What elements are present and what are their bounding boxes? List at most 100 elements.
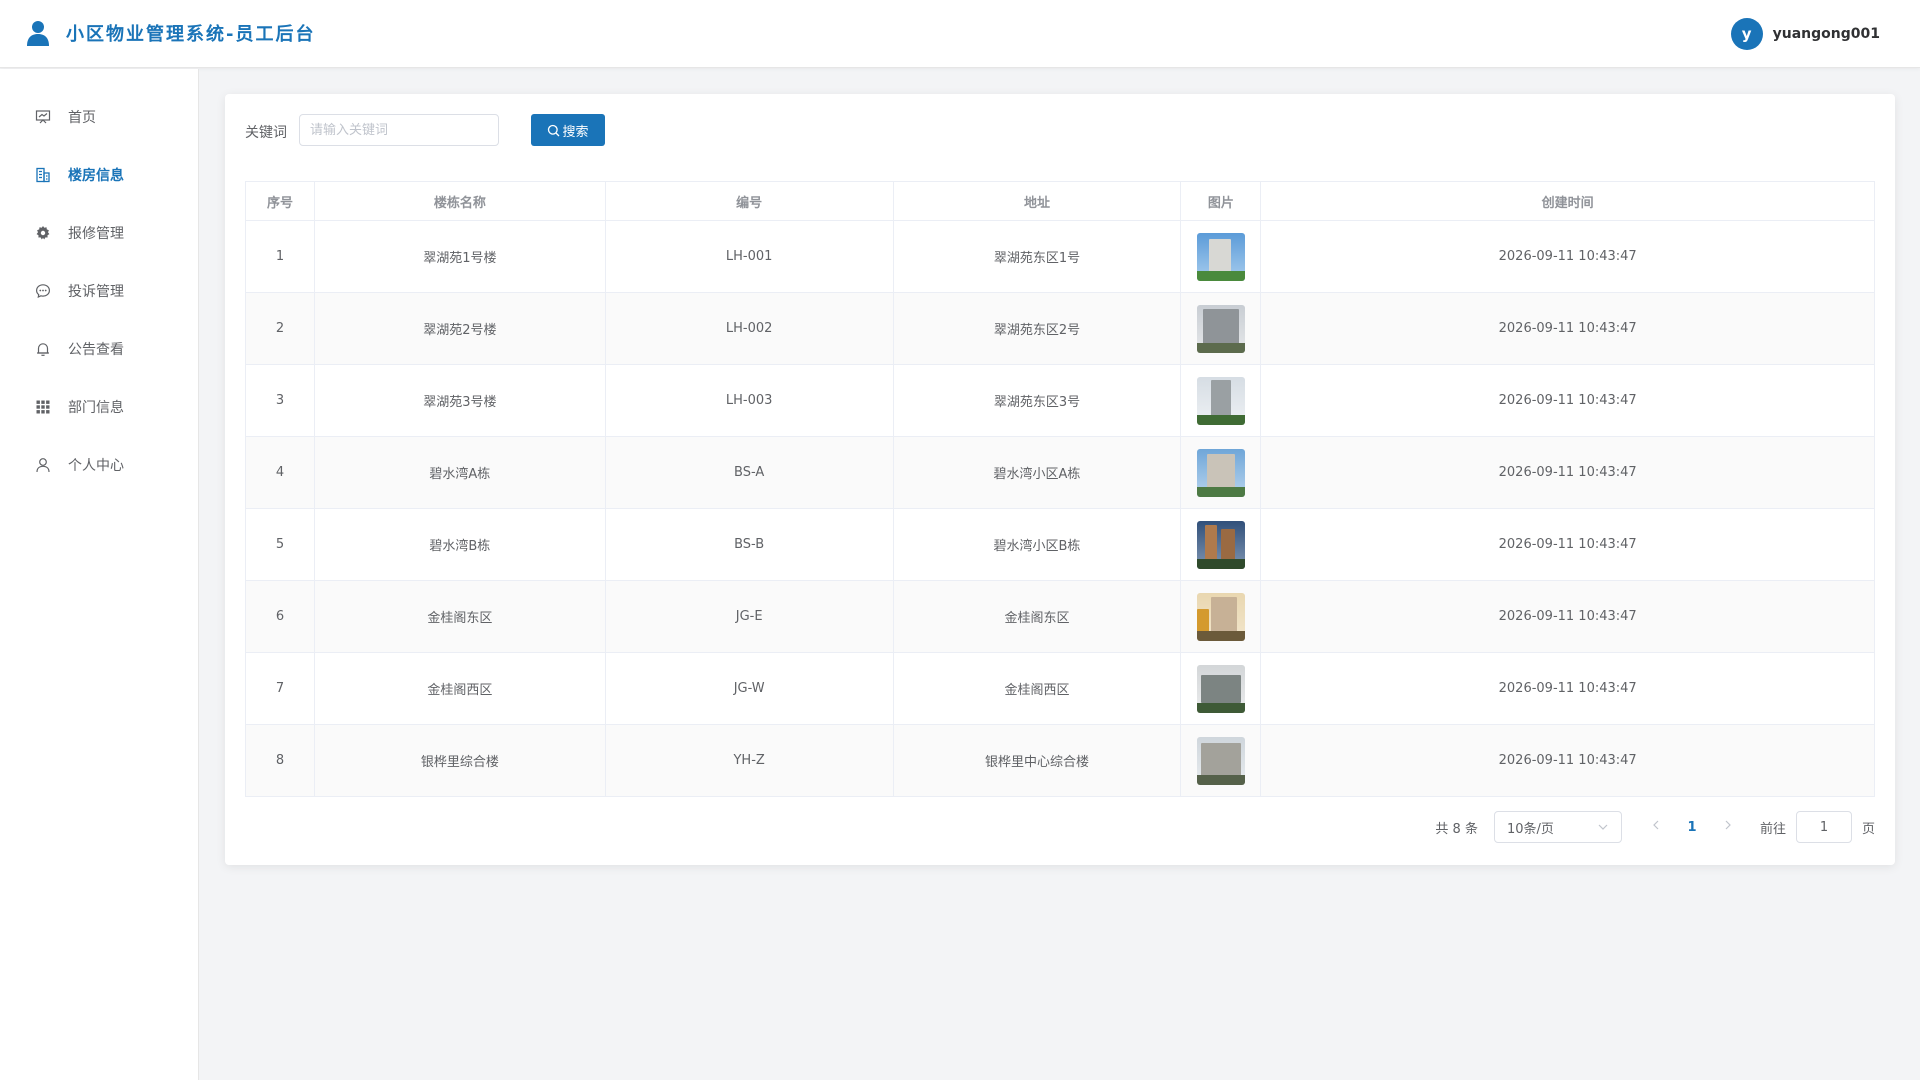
goto-label: 前往	[1759, 821, 1786, 837]
cell-created: 2026-09-11 10:43:47	[1260, 508, 1875, 581]
user-icon	[34, 456, 52, 474]
building-thumbnail[interactable]	[1196, 664, 1245, 713]
sidebar-item-label: 公告查看	[68, 342, 124, 358]
cell-code: BS-A	[605, 436, 894, 509]
cell-index: 6	[245, 580, 315, 653]
cell-index: 7	[245, 652, 315, 725]
goto-unit: 页	[1861, 821, 1875, 837]
app-title: 小区物业管理系统-员工后台	[66, 24, 316, 45]
cell-address: 金桂阁东区	[893, 580, 1182, 653]
cell-address: 翠湖苑东区2号	[893, 292, 1182, 365]
cell-created: 2026-09-11 10:43:47	[1260, 580, 1875, 653]
sidebar-item-label: 部门信息	[68, 400, 124, 416]
chat-bubble-icon	[34, 282, 52, 300]
goto-page-input[interactable]	[1795, 811, 1852, 843]
cell-name: 银桦里综合楼	[314, 724, 606, 797]
cell-created: 2026-09-11 10:43:47	[1260, 652, 1875, 725]
sidebar-item-repair[interactable]: 报修管理	[0, 204, 199, 262]
cell-address: 碧水湾小区B栋	[893, 508, 1182, 581]
sidebar-item-label: 个人中心	[68, 458, 124, 474]
cell-image	[1180, 364, 1262, 437]
sidebar-item-notices[interactable]: 公告查看	[0, 320, 199, 378]
table-header-row: 序号 楼栋名称 编号 地址 图片 创建时间	[245, 181, 1875, 221]
building-thumbnail[interactable]	[1196, 304, 1245, 353]
cell-created: 2026-09-11 10:43:47	[1260, 724, 1875, 797]
sidebar-item-complaints[interactable]: 投诉管理	[0, 262, 199, 320]
sidebar-item-label: 投诉管理	[68, 284, 124, 300]
cell-index: 1	[245, 220, 315, 293]
sidebar-item-buildings[interactable]: 楼房信息	[0, 146, 199, 204]
cell-code: JG-W	[605, 652, 894, 725]
page-size-select[interactable]: 10条/页	[1493, 811, 1622, 843]
table-row[interactable]: 6 金桂阁东区 JG-E 金桂阁东区 2026-09-11 10:43:47	[245, 580, 1875, 653]
dashboard-icon	[34, 108, 52, 126]
column-header-image: 图片	[1180, 181, 1262, 221]
sidebar-item-profile[interactable]: 个人中心	[0, 436, 199, 494]
user-menu[interactable]: y yuangong001	[1730, 18, 1880, 50]
building-thumbnail[interactable]	[1196, 448, 1245, 497]
chevron-down-icon	[1598, 824, 1608, 830]
cell-name: 碧水湾B栋	[314, 508, 606, 581]
building-thumbnail[interactable]	[1196, 232, 1245, 281]
sidebar-item-label: 楼房信息	[68, 168, 124, 184]
table-row[interactable]: 3 翠湖苑3号楼 LH-003 翠湖苑东区3号 2026-09-11 10:43…	[245, 364, 1875, 437]
pagination-total: 共 8 条	[1435, 821, 1478, 837]
column-header-index: 序号	[245, 181, 315, 221]
cell-index: 3	[245, 364, 315, 437]
cell-address: 金桂阁西区	[893, 652, 1182, 725]
cell-code: LH-001	[605, 220, 894, 293]
cell-code: LH-003	[605, 364, 894, 437]
sidebar-item-home[interactable]: 首页	[0, 88, 199, 146]
cell-image	[1180, 436, 1262, 509]
cell-index: 5	[245, 508, 315, 581]
next-page-button[interactable]	[1718, 819, 1738, 835]
sidebar-item-departments[interactable]: 部门信息	[0, 378, 199, 436]
chevron-right-icon	[1725, 820, 1731, 830]
keyword-input[interactable]	[299, 114, 499, 146]
cell-code: JG-E	[605, 580, 894, 653]
table-row[interactable]: 2 翠湖苑2号楼 LH-002 翠湖苑东区2号 2026-09-11 10:43…	[245, 292, 1875, 365]
sidebar-item-label: 报修管理	[68, 226, 124, 242]
prev-page-button[interactable]	[1646, 819, 1666, 835]
cell-address: 碧水湾小区A栋	[893, 436, 1182, 509]
building-thumbnail[interactable]	[1196, 376, 1245, 425]
username[interactable]: yuangong001	[1773, 26, 1880, 42]
page-number[interactable]: 1	[1676, 820, 1708, 835]
search-button-label: 搜索	[562, 124, 589, 140]
cell-code: LH-002	[605, 292, 894, 365]
pagination: 共 8 条 10条/页 1 前往 页	[1435, 811, 1875, 843]
buildings-table: 序号 楼栋名称 编号 地址 图片 创建时间 1 翠湖苑1号楼 LH-001 翠湖…	[245, 181, 1875, 797]
column-header-created: 创建时间	[1260, 181, 1875, 221]
avatar[interactable]: y	[1730, 18, 1763, 50]
cell-code: BS-B	[605, 508, 894, 581]
building-thumbnail[interactable]	[1196, 520, 1245, 569]
table-row[interactable]: 4 碧水湾A栋 BS-A 碧水湾小区A栋 2026-09-11 10:43:47	[245, 436, 1875, 509]
search-button[interactable]: 搜索	[531, 114, 605, 146]
table-row[interactable]: 7 金桂阁西区 JG-W 金桂阁西区 2026-09-11 10:43:47	[245, 652, 1875, 725]
bell-icon	[34, 340, 52, 358]
brand: 小区物业管理系统-员工后台	[26, 20, 315, 46]
column-header-address: 地址	[892, 181, 1182, 221]
building-icon	[34, 166, 52, 184]
gear-icon	[34, 224, 52, 242]
cell-image	[1180, 220, 1262, 293]
building-thumbnail[interactable]	[1196, 736, 1245, 785]
table-row[interactable]: 8 银桦里综合楼 YH-Z 银桦里中心综合楼 2026-09-11 10:43:…	[245, 724, 1875, 797]
table-row[interactable]: 1 翠湖苑1号楼 LH-001 翠湖苑东区1号 2026-09-11 10:43…	[245, 220, 1875, 293]
cell-image	[1180, 724, 1262, 797]
building-thumbnail[interactable]	[1196, 592, 1245, 641]
cell-created: 2026-09-11 10:43:47	[1260, 364, 1875, 437]
sidebar: 首页 楼房信息 报修管理 投诉管理 公告查看 部门信息 个人中心	[0, 69, 199, 1080]
page-size-value: 10条/页	[1506, 821, 1554, 837]
sidebar-item-label: 首页	[68, 110, 96, 126]
keyword-label: 关键词	[245, 125, 287, 141]
cell-index: 2	[245, 292, 315, 365]
cell-address: 翠湖苑东区1号	[893, 220, 1182, 293]
cell-name: 翠湖苑3号楼	[314, 364, 606, 437]
cell-name: 金桂阁西区	[314, 652, 606, 725]
cell-created: 2026-09-11 10:43:47	[1260, 292, 1875, 365]
table-row[interactable]: 5 碧水湾B栋 BS-B 碧水湾小区B栋 2026-09-11 10:43:47	[245, 508, 1875, 581]
column-header-code: 编号	[604, 181, 894, 221]
content-card: 关键词 搜索 序号 楼栋名称 编号 地址 图片 创建时间 1 翠湖苑1号楼 LH…	[225, 94, 1895, 865]
cell-name: 翠湖苑1号楼	[314, 220, 606, 293]
